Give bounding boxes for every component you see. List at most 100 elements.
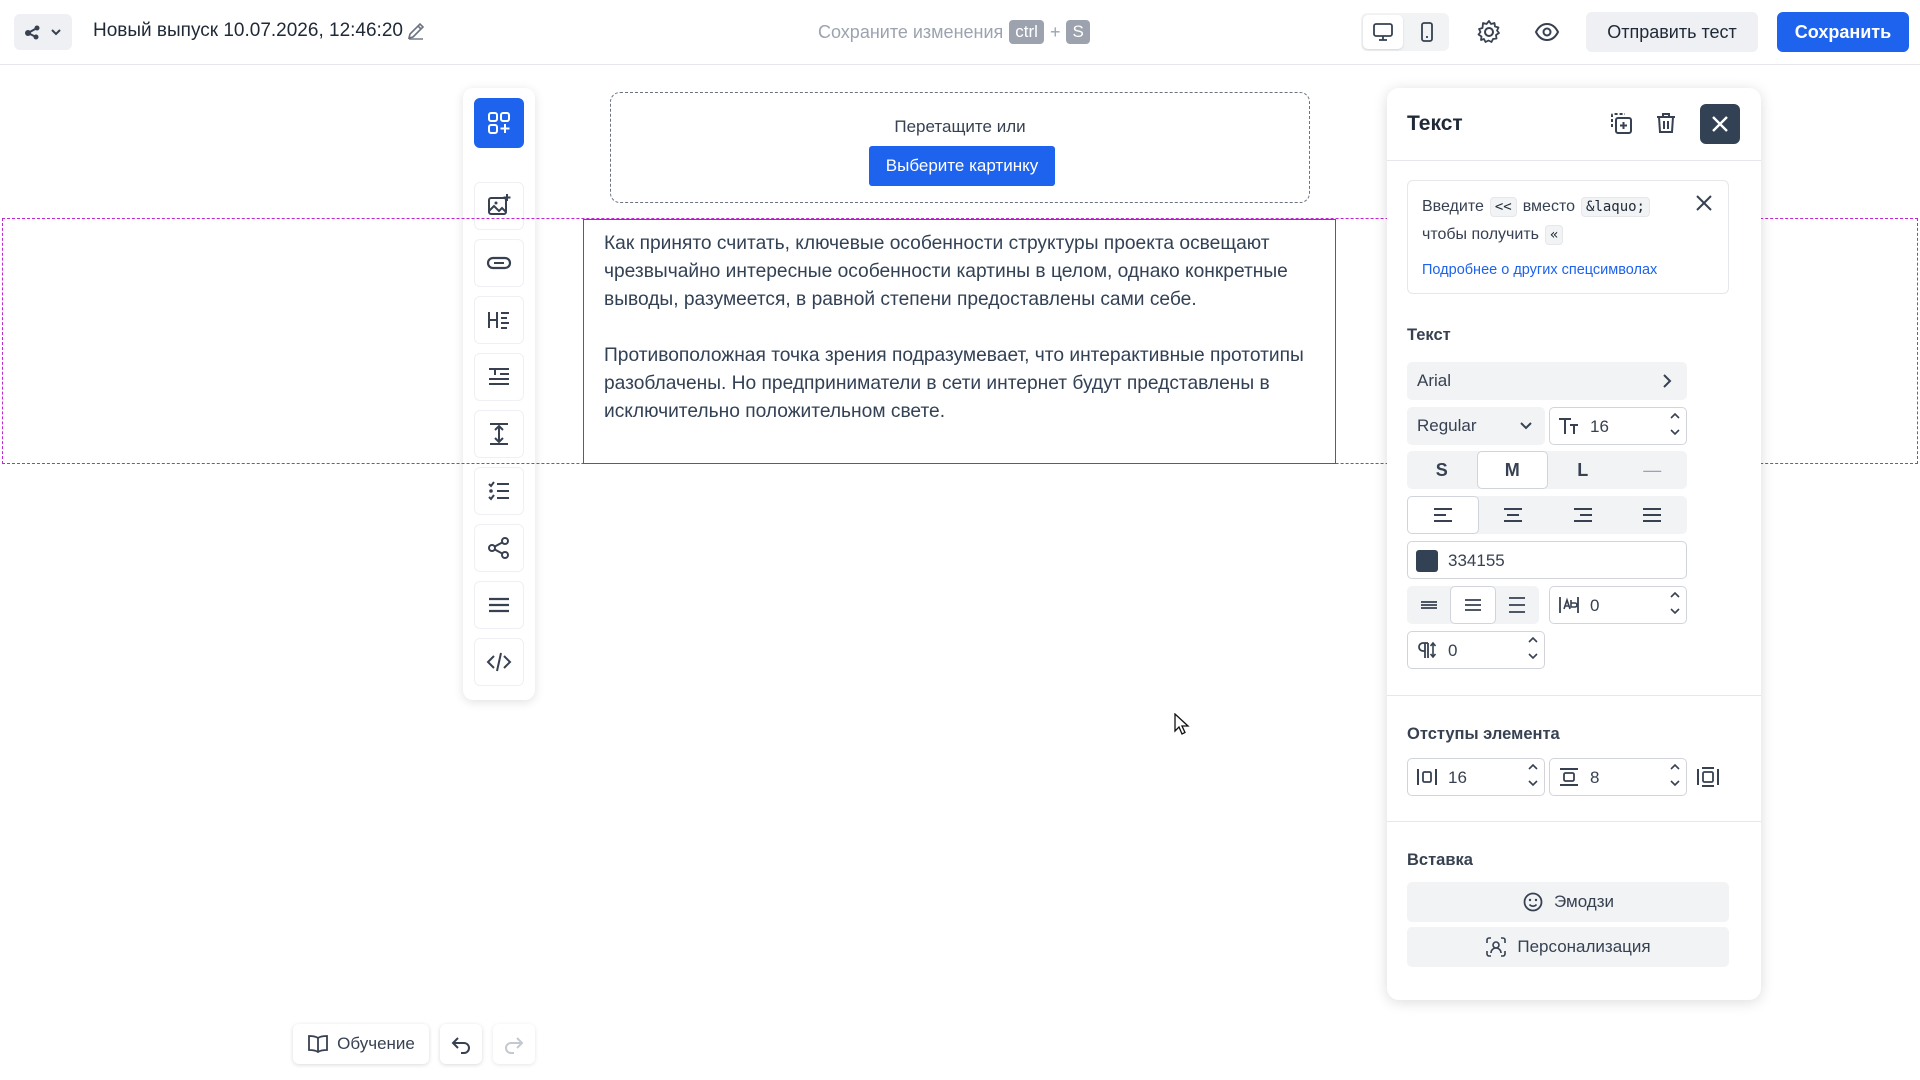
personalization-button[interactable]: Персонализация [1407,927,1729,967]
font-size-spinner[interactable] [1668,410,1682,438]
book-icon [307,1034,329,1054]
font-size-icon [1558,416,1580,436]
image-add-icon [486,193,512,219]
font-weight-value: Regular [1417,416,1477,435]
smile-icon [1522,891,1544,913]
app-menu-button[interactable] [14,14,72,50]
emoji-label: Эмодзи [1553,892,1614,911]
padding-horizontal-value: 16 [1448,768,1467,787]
tutorial-button[interactable]: Обучение [293,1024,429,1064]
gear-icon [1476,19,1502,45]
close-icon [1709,113,1731,135]
trash-icon[interactable] [1653,110,1679,136]
kbd-s: S [1066,20,1090,44]
line-height-normal-icon [1463,596,1483,614]
desktop-preview-button[interactable] [1363,15,1403,49]
line-height-loose-button[interactable] [1496,586,1539,624]
text-align-group [1407,496,1687,534]
size-none-option[interactable]: — [1618,451,1688,489]
chevron-right-icon [1659,373,1675,389]
font-size-stepper[interactable]: 16 [1549,407,1687,445]
divider-block-button[interactable] [474,581,524,629]
image-drop-zone[interactable]: Перетащите или Выберите картинку [610,92,1310,203]
align-right-button[interactable] [1548,496,1618,534]
align-justify-button[interactable] [1618,496,1688,534]
emoji-button[interactable]: Эмодзи [1407,882,1729,922]
logo-icon [23,22,43,42]
align-left-icon [1432,506,1454,524]
note-close-icon[interactable] [1694,193,1714,213]
panel-divider [1387,160,1761,161]
note-code-3: « [1544,225,1564,245]
list-icon [486,478,512,504]
size-m-option[interactable]: M [1476,451,1548,489]
line-height-compact-icon [1419,596,1439,614]
padding-horizontal-stepper[interactable]: 16 [1407,758,1545,796]
padding-vertical-icon [1558,767,1580,787]
note-code-2: &laquo; [1580,197,1650,217]
mobile-icon [1419,21,1435,43]
redo-button[interactable] [493,1024,535,1064]
text-color-field[interactable]: 334155 [1407,541,1687,579]
note-to-get: чтобы получить [1422,226,1539,243]
note-code-1: << [1489,197,1517,217]
font-weight-select[interactable]: Regular [1407,407,1545,445]
save-button[interactable]: Сохранить [1777,12,1909,52]
padding-individual-icon[interactable] [1696,766,1720,788]
mobile-preview-button[interactable] [1407,15,1447,49]
undo-button[interactable] [440,1024,482,1064]
list-block-button[interactable] [474,467,524,515]
edit-pencil-icon[interactable] [405,20,427,42]
text-block-editor[interactable]: Как принято считать, ключевые особенност… [583,219,1336,464]
line-height-loose-icon [1507,596,1527,614]
letter-spacing-value: 0 [1590,596,1600,615]
padding-vertical-spinner[interactable] [1668,761,1682,789]
size-s-option[interactable]: S [1407,451,1477,489]
social-icon [486,535,512,561]
kbd-ctrl: ctrl [1009,20,1044,44]
text-settings-panel: Текст Введите << вместо &laquo; чтобы по… [1387,88,1761,1000]
device-switcher [1361,13,1449,51]
font-family-select[interactable]: Arial [1407,362,1687,400]
save-hint-text: Сохраните изменения [818,21,1004,42]
chevron-down-icon [49,25,63,39]
size-l-option[interactable]: L [1548,451,1618,489]
padding-vertical-stepper[interactable]: 8 [1549,758,1687,796]
divider-icon [486,592,512,618]
preview-button[interactable] [1527,12,1567,52]
send-test-button[interactable]: Отправить тест [1586,12,1758,52]
panel-title: Текст [1407,112,1463,135]
kbd-plus: + [1049,21,1061,42]
padding-section-label: Отступы элемента [1407,725,1560,743]
save-hint: Сохраните изменения ctrl + S [818,20,1090,44]
color-swatch[interactable] [1416,550,1438,572]
align-center-icon [1502,506,1524,524]
close-panel-button[interactable] [1700,104,1740,144]
align-left-button[interactable] [1407,496,1479,534]
html-block-button[interactable] [474,638,524,686]
letter-spacing-icon [1558,595,1580,615]
line-height-compact-button[interactable] [1407,586,1450,624]
align-right-icon [1572,506,1594,524]
padding-horizontal-spinner[interactable] [1526,761,1540,789]
panel-divider [1387,821,1761,822]
letter-spacing-spinner[interactable] [1668,589,1682,617]
text-size-preset: S M L — [1407,451,1687,489]
chevron-down-icon [1519,419,1533,433]
paragraph-spacing-stepper[interactable]: 0 [1407,631,1545,669]
mouse-cursor-icon [1174,713,1190,735]
note-line-2: чтобы получить « [1422,225,1564,245]
settings-button[interactable] [1469,12,1509,52]
redo-icon [503,1034,525,1054]
line-height-normal-button[interactable] [1450,586,1496,624]
add-block-button[interactable] [474,98,524,148]
paragraph-spacing-icon [1416,640,1438,660]
letter-spacing-stepper[interactable]: 0 [1549,586,1687,624]
tutorial-label: Обучение [337,1034,415,1053]
social-block-button[interactable] [474,524,524,572]
align-center-button[interactable] [1479,496,1549,534]
paragraph-spacing-spinner[interactable] [1526,634,1540,662]
special-chars-link[interactable]: Подробнее о других спецсимволах [1422,262,1657,278]
choose-image-button[interactable]: Выберите картинку [869,146,1055,186]
duplicate-icon[interactable] [1608,110,1634,136]
